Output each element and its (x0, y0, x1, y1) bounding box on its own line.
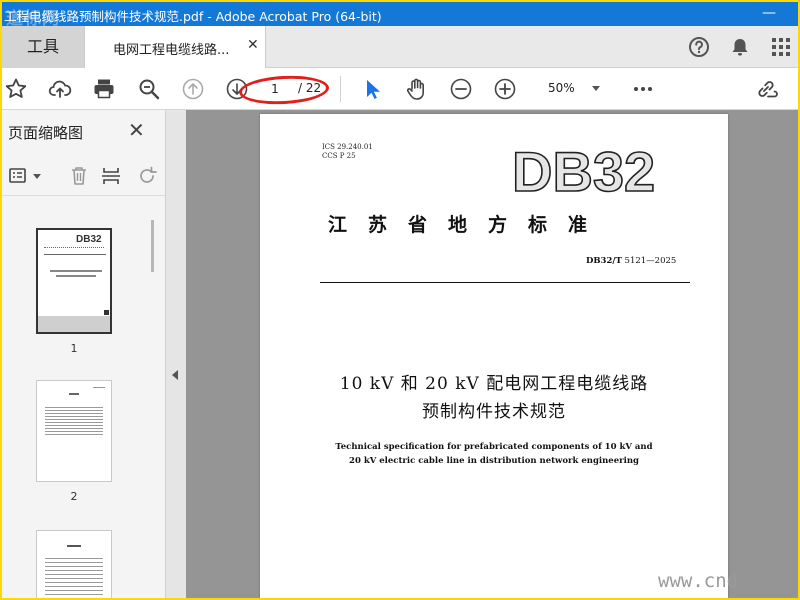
tab-document[interactable]: 电网工程电缆线路... ✕ (84, 26, 266, 68)
previous-page-icon[interactable] (181, 77, 205, 101)
thumbnail-page-1[interactable]: DB32 (36, 228, 112, 334)
collapse-left-icon[interactable] (172, 370, 178, 380)
thumbnail-scrollbar[interactable] (151, 220, 154, 272)
delete-page-icon[interactable] (68, 165, 90, 187)
minimize-icon[interactable]: — (754, 2, 784, 26)
help-icon[interactable] (688, 36, 710, 58)
tab-tools[interactable]: 工具 (2, 26, 84, 68)
window-title: 工程电缆线路预制构件技术规范.pdf - Adobe Acrobat Pro (… (4, 9, 382, 24)
print-icon[interactable] (92, 77, 116, 101)
zoom-search-icon[interactable] (137, 77, 161, 101)
tab-bar: 工具 电网工程电缆线路... ✕ (2, 26, 798, 68)
english-title-line1: Technical specification for prefabricate… (335, 442, 653, 452)
acrobat-window: 道标网 工程电缆线路预制构件技术规范.pdf - Adobe Acrobat P… (2, 2, 798, 598)
chevron-down-icon (592, 86, 600, 91)
ics-line: ICS 29.240.01 (322, 143, 373, 151)
toolbar: / 22 50% (2, 68, 798, 110)
bookmark-star-icon[interactable] (4, 77, 28, 101)
thumbnail-label: 1 (70, 342, 78, 355)
english-title: Technical specification for prefabricate… (260, 440, 728, 468)
pdf-page: ICS 29.240.01 CCS P 25 DB32 江苏省地方标准 DB32… (260, 114, 728, 598)
thumbnail-options-icon[interactable] (8, 165, 30, 187)
header-divider (320, 282, 690, 283)
ccs-line: CCS P 25 (322, 152, 356, 160)
chinese-title-line2: 预制构件技术规范 (422, 402, 566, 422)
notification-bell-icon[interactable] (729, 36, 751, 58)
db32-logo: DB32 (511, 140, 656, 203)
hand-tool-icon[interactable] (404, 77, 428, 101)
thumbnail-logo: DB32 (76, 234, 102, 245)
zoom-in-icon[interactable] (493, 77, 517, 101)
zoom-value: 50% (548, 81, 575, 95)
panel-collapse-strip[interactable] (166, 110, 186, 598)
standard-code: DB32/T 5121—2025 (586, 256, 676, 266)
toolbar-separator (340, 76, 341, 102)
title-bar: 道标网 工程电缆线路预制构件技术规范.pdf - Adobe Acrobat P… (2, 2, 798, 29)
zoom-dropdown[interactable]: 50% (534, 79, 608, 99)
tab-document-label: 电网工程电缆线路... (113, 43, 230, 58)
chinese-title: 10 kV 和 20 kV 配电网工程电缆线路 预制构件技术规范 (260, 370, 728, 426)
standard-name: 江苏省地方标准 (328, 214, 609, 236)
chinese-title-line1: 10 kV 和 20 kV 配电网工程电缆线路 (339, 374, 649, 394)
more-tools-icon[interactable] (631, 77, 655, 101)
panel-title: 页面缩略图 (8, 124, 84, 142)
share-link-icon[interactable] (754, 77, 778, 101)
cloud-upload-icon[interactable] (48, 77, 72, 101)
apps-grid-icon[interactable] (770, 36, 792, 58)
thumbnail-page-2[interactable] (36, 380, 112, 482)
standard-code-prefix: DB32/T (586, 256, 622, 266)
document-viewer[interactable]: ICS 29.240.01 CCS P 25 DB32 江苏省地方标准 DB32… (186, 110, 798, 598)
standard-code-number: 5121—2025 (624, 256, 677, 266)
insert-page-icon[interactable] (100, 165, 122, 187)
thumbnail-list: DB32 1 2 (2, 198, 166, 598)
thumbnail-tools (2, 156, 166, 196)
select-cursor-icon[interactable] (361, 77, 385, 101)
watermark-text: www.cnd (658, 570, 739, 592)
zoom-out-icon[interactable] (449, 77, 473, 101)
close-panel-icon[interactable]: ✕ (128, 118, 145, 142)
red-highlight-circle (238, 73, 330, 107)
rotate-page-icon[interactable] (136, 165, 158, 187)
page-thumbnails-panel: 页面缩略图 ✕ DB32 1 2 (2, 110, 166, 598)
ics-code: ICS 29.240.01 CCS P 25 (322, 143, 373, 161)
thumbnail-label: 2 (70, 490, 78, 503)
thumbnail-page-3[interactable] (36, 530, 112, 598)
english-title-line2: 20 kV electric cable line in distributio… (349, 456, 639, 466)
chevron-down-icon[interactable] (33, 174, 41, 179)
close-tab-icon[interactable]: ✕ (247, 37, 259, 53)
